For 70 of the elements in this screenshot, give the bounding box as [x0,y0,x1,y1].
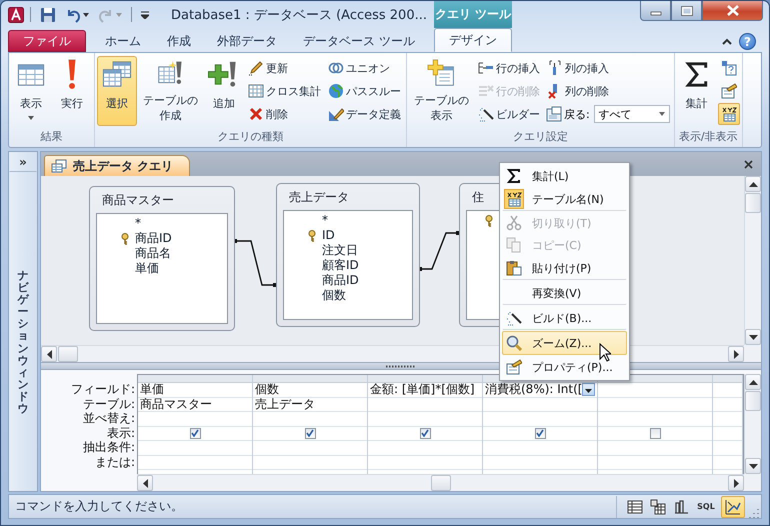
field-name[interactable]: 顧客ID [322,258,359,272]
row-label: または: [94,454,135,469]
ribbon-tab[interactable]: ホーム [92,30,154,52]
field-name[interactable]: * [322,213,328,227]
row-label: 表示: [106,426,135,440]
ribbon-tab[interactable]: 外部データ [204,30,290,52]
row-label: テーブル: [82,396,135,411]
expand-navigation-button[interactable]: » [9,152,37,172]
menu-item[interactable]: ズーム(Z)... [502,331,627,355]
crosstab-button[interactable]: クロス集計 [245,80,324,102]
table-title: 商品マスター [101,192,174,209]
menu-item[interactable]: 再変換(V) [502,281,627,305]
row-label: 並べ替え: [82,411,135,426]
ribbon-tab[interactable]: デザイン [434,28,512,52]
group-label: 表示/非表示 [678,129,739,145]
table-field-list[interactable]: 売上データ * ID 注文日 顧客ID 商品ID 個数 [276,183,420,327]
ribbon-tab[interactable]: ファイル [8,30,86,52]
window-title: Database1 : データベース (Access 200... [171,6,427,24]
field-name[interactable]: 個数 [322,288,346,302]
field-cell[interactable]: 単価 [138,383,252,398]
group-label: クエリ設定 [512,129,569,145]
ribbon-tab[interactable]: データベース ツール [290,30,428,52]
field-cell[interactable]: 消費税(8%): Int([ [483,383,597,398]
sql-view-button[interactable]: SQL [694,496,718,516]
pass-through-button[interactable]: パススルー [325,80,404,102]
group-label: クエリの種類 [216,129,284,145]
field-name[interactable]: * [135,216,141,230]
select-query-button[interactable]: 選択 [97,56,137,126]
return-field[interactable]: すべて [594,105,670,123]
status-text: コマンドを入力してください。 [15,498,183,515]
field-cell[interactable]: 金額: [単価]*[個数] [368,383,482,398]
view-button[interactable]: 表示 [11,56,51,126]
menu-item[interactable]: 貼り付け(P) [502,256,627,280]
menu-item[interactable]: ビルド(B)... [502,306,627,330]
union-button[interactable]: ユニオン [325,57,404,79]
builder-button[interactable]: ビルダー [475,103,543,125]
context-tab-group: クエリ ツール [434,1,512,28]
run-button[interactable]: 実行 [52,56,92,126]
table-title: 住 [471,189,484,206]
field-name[interactable]: ID [322,228,335,242]
field-name[interactable]: 注文日 [322,243,358,257]
return-label: 戻る: [564,106,590,122]
insert-rows-button[interactable]: 行の挿入 [475,57,543,79]
data-definition-button[interactable]: データ定義 [325,103,404,125]
menu-item[interactable]: 集計(L) [502,165,627,187]
totals-button[interactable]: 集計 [676,56,717,126]
field-name[interactable]: 商品名 [135,246,171,260]
navigation-pane-title[interactable]: ナビゲーションウィンドウ [18,270,28,416]
table-field-list[interactable]: 商品マスター * 商品ID 商品名 単価 [89,186,235,331]
make-table-button[interactable]: テーブルの作成 [138,56,203,126]
field-name[interactable]: 商品ID [135,231,172,245]
table-cell[interactable]: 売上データ [253,398,367,412]
document-tab[interactable]: 売上データ クエリ [44,155,190,176]
field-name[interactable]: 単価 [135,261,159,275]
group-label: 結果 [40,129,64,145]
delete-columns-button[interactable]: 列の削除 [544,80,672,102]
append-button[interactable]: 追加 [204,56,244,126]
table-title: 売上データ [288,189,349,206]
row-label: フィールド: [70,382,135,396]
show-table-button[interactable]: テーブルの表示 [409,56,474,126]
field-name[interactable]: 商品ID [322,273,359,287]
table-cell[interactable]: 商品マスター [138,398,252,412]
menu-item[interactable]: テーブル名(N) [502,187,627,211]
row-label: 抽出条件: [82,440,135,454]
menu-item[interactable]: プロパティ(P)... [502,356,627,378]
ribbon-tab[interactable]: 作成 [154,30,204,52]
field-cell[interactable]: 個数 [253,383,367,398]
delete-button[interactable]: 削除 [245,103,324,125]
insert-columns-button[interactable]: 列の挿入 [544,57,672,79]
update-button[interactable]: 更新 [245,57,324,79]
